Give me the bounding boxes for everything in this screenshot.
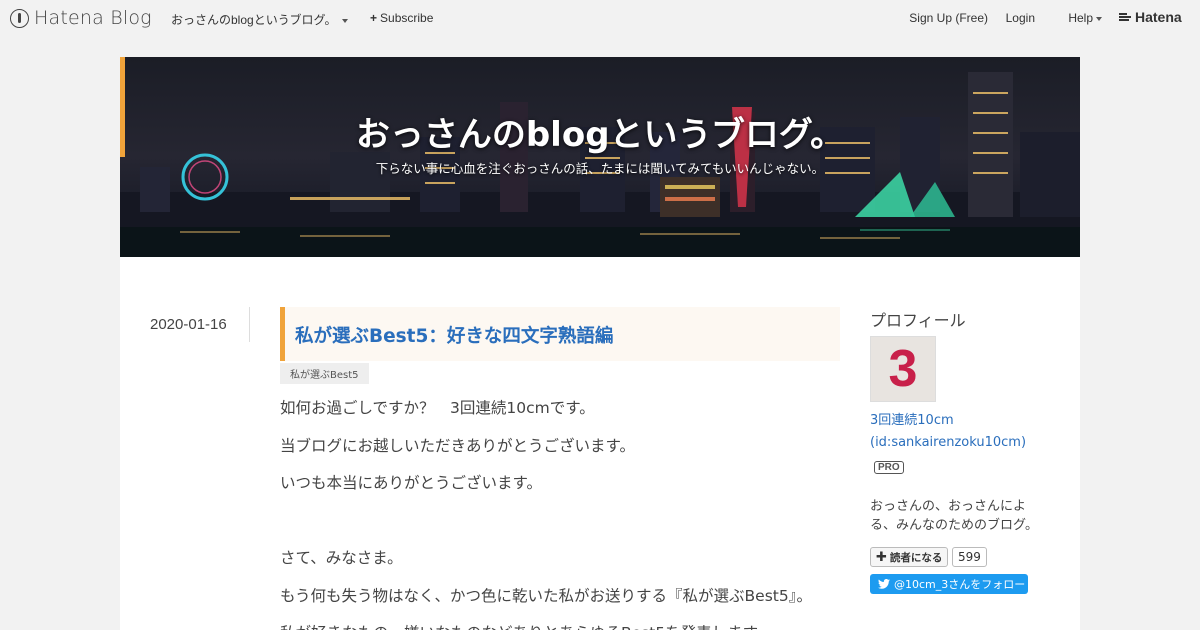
pro-badge[interactable]: PRO (874, 461, 904, 474)
plus-icon: ✚ (876, 549, 887, 565)
follow-button-label: @10cm_3さんをフォロー (894, 578, 1026, 591)
entry-paragraph: もう何も失う物はなく、かつ色に乾いた私がお送りする『私が選ぶBest5』。 (280, 587, 812, 605)
global-nav: Hatena Blog おっさんのblogというブログ。 + Subscribe … (0, 0, 1200, 36)
profile-name-link[interactable]: 3回連続10cm (870, 409, 954, 428)
hatena-logo-text: Hatena (1135, 9, 1182, 25)
reader-count-badge[interactable]: 599 (952, 547, 987, 567)
blog-title[interactable]: おっさんのblogというブログ。 (120, 107, 1080, 156)
header-skyline-image (120, 72, 1080, 257)
help-menu[interactable]: Help (1068, 11, 1102, 25)
hatena-blog-logo[interactable]: Hatena Blog (10, 7, 152, 29)
subscribe-button[interactable]: + Subscribe (370, 11, 433, 25)
hatena-mark-icon (1119, 12, 1132, 22)
subscribe-reader-button[interactable]: ✚ 読者になる (870, 547, 949, 567)
blog-description: 下らない事に心血を注ぐおっさんの話、たまには聞いてみてもいいんじゃない。 (375, 161, 825, 176)
caret-down-icon (341, 18, 348, 23)
entry-paragraph: 私が好きなもの、嫌いなものなどありとあらゆるBest5を発表します。 (280, 621, 772, 630)
entry-title[interactable]: 私が選ぶBest5：好きな四文字熟語編 (295, 322, 613, 348)
date-divider (249, 307, 250, 342)
caret-down-icon (1096, 16, 1102, 21)
entry-paragraph: 如何お過ごしですか？ 3回連続10cmです。 (280, 399, 595, 417)
entry-paragraph: いつも本当にありがとうございます。 (280, 474, 542, 492)
entry-category-tag[interactable]: 私が選ぶBest5 (280, 363, 369, 384)
profile-title: プロフィール (870, 311, 966, 330)
entry-paragraph: さて、みなさま。 (280, 549, 403, 567)
entry-date[interactable]: 2020-01-16 (150, 316, 227, 333)
profile-id-link[interactable]: (id:sankairenzoku10cm) (870, 435, 1026, 450)
hatena-logo[interactable]: Hatena (1119, 9, 1182, 25)
twitter-follow-button[interactable]: @10cm_3さんをフォロー (870, 574, 1028, 594)
profile-description: おっさんの、おっさんによる、みんなのためのブログ。 (870, 499, 1038, 533)
subscribe-label: Subscribe (380, 11, 434, 25)
hatena-blog-logo-icon (10, 8, 29, 28)
blog-menu-label: おっさんのblogというブログ。 (171, 13, 337, 27)
hatena-blog-logo-text: Hatena Blog (34, 7, 152, 29)
plus-icon: + (370, 11, 378, 25)
reader-button-label: 読者になる (889, 551, 943, 564)
help-label: Help (1068, 11, 1093, 25)
avatar-text: 3 (888, 340, 918, 398)
twitter-bird-icon (878, 579, 890, 589)
main-content: 2020-01-16 私が選ぶBest5：好きな四文字熟語編 私が選ぶBest5… (120, 257, 1080, 630)
entry-paragraph: 当ブログにお越しいただきありがとうございます。 (280, 437, 635, 455)
signup-link[interactable]: Sign Up (Free) (909, 11, 988, 25)
blog-menu-dropdown[interactable]: おっさんのblogというブログ。 (171, 11, 348, 28)
avatar[interactable]: 3 (870, 336, 936, 402)
entry-title-box: 私が選ぶBest5：好きな四文字熟語編 (280, 307, 840, 361)
blog-header: おっさんのblogというブログ。 下らない事に心血を注ぐおっさんの話、たまには聞… (120, 57, 1080, 257)
login-link[interactable]: Login (1006, 11, 1035, 25)
